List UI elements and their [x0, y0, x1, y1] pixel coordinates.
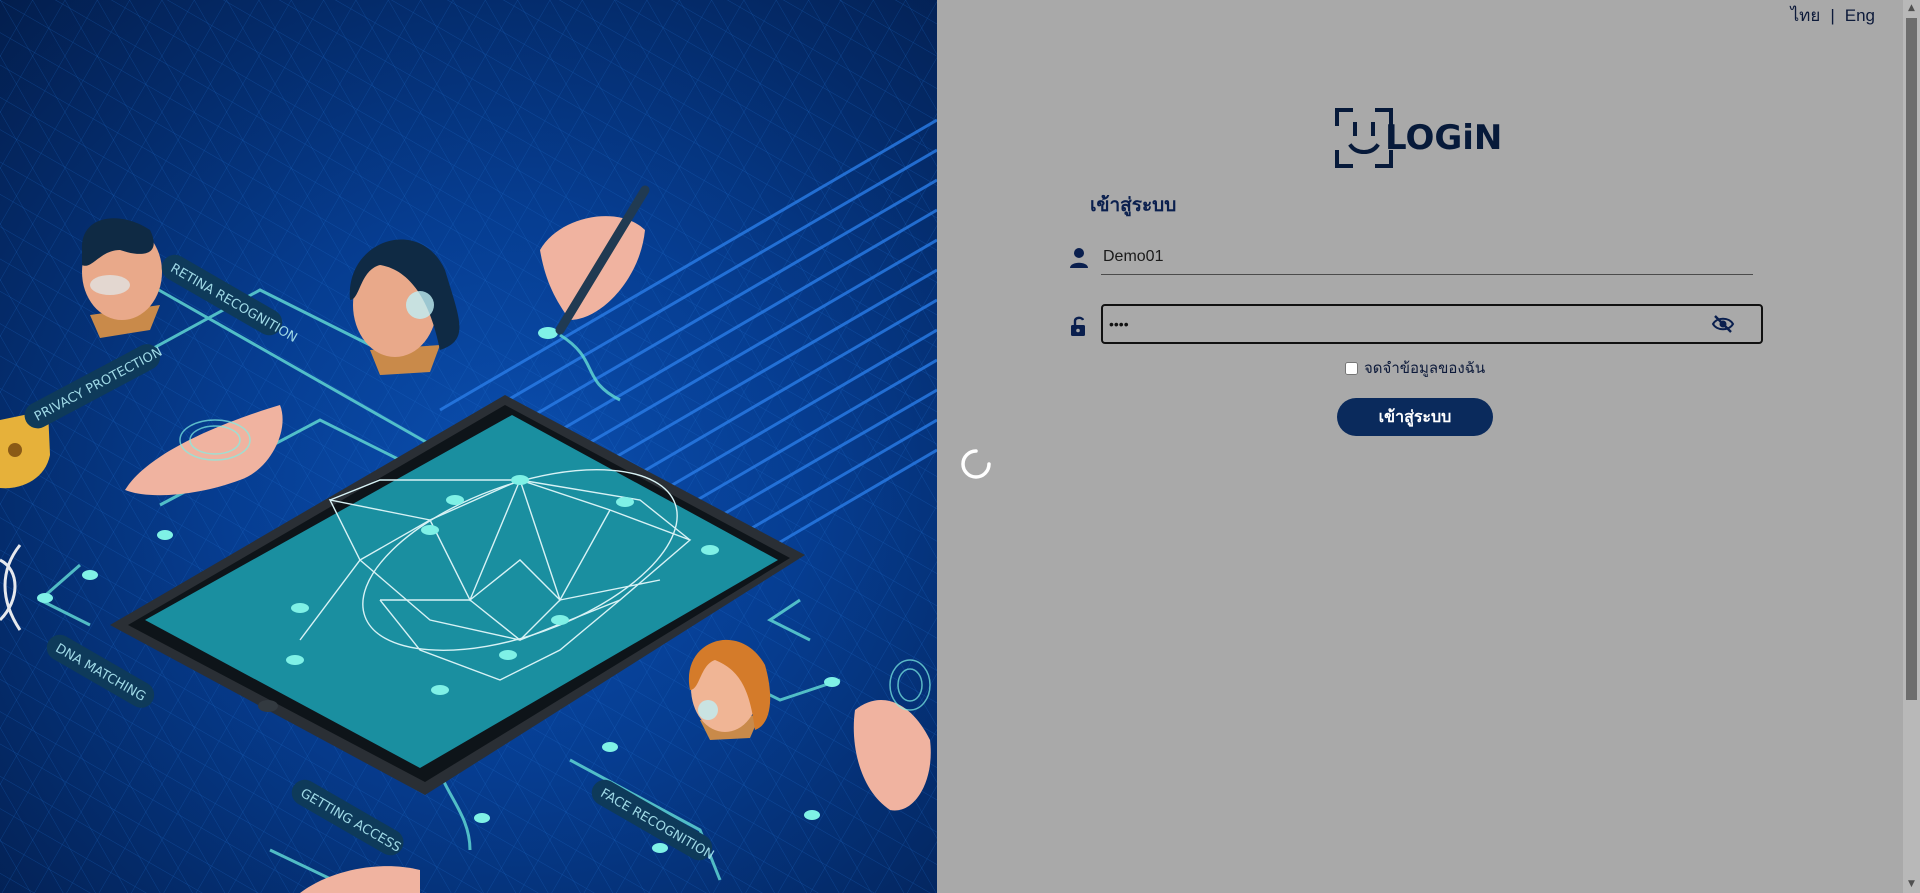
login-title: เข้าสู่ระบบ: [1090, 195, 1177, 216]
lang-english-link[interactable]: Eng: [1845, 6, 1875, 25]
username-row: [1067, 240, 1753, 276]
scrollbar-thumb[interactable]: [1906, 18, 1917, 700]
eye-off-icon[interactable]: [1711, 314, 1735, 334]
lang-thai-link[interactable]: ไทย: [1791, 6, 1821, 25]
biometrics-illustration: RETINA RECOGNITION PRIVACY PROTECTION DN…: [0, 0, 937, 893]
password-row: [1067, 304, 1763, 346]
remember-me-checkbox[interactable]: [1345, 361, 1358, 375]
scroll-up-arrow-icon[interactable]: ▲: [1903, 0, 1920, 17]
logo-text: LOGiN: [1385, 118, 1503, 158]
remember-me[interactable]: จดจำข้อมูลของฉัน: [1345, 356, 1485, 380]
loading-spinner-icon: [961, 449, 991, 479]
lock-icon: [1071, 316, 1085, 336]
language-switch: ไทย | Eng: [1791, 2, 1875, 29]
user-icon: [1070, 248, 1088, 268]
login-button[interactable]: เข้าสู่ระบบ: [1337, 398, 1493, 436]
hero-illustration: RETINA RECOGNITION PRIVACY PROTECTION DN…: [0, 0, 937, 893]
page-scrollbar[interactable]: ▲ ▼: [1903, 0, 1920, 893]
remember-me-label: จดจำข้อมูลของฉัน: [1364, 360, 1486, 377]
username-input[interactable]: [1101, 240, 1753, 275]
login-panel: ไทย | Eng LOGiN เข้าสู่ระบบ Demo01 •••• …: [937, 0, 1903, 893]
app-logo: LOGiN: [1335, 108, 1502, 170]
scroll-down-arrow-icon[interactable]: ▼: [1903, 876, 1920, 893]
lang-separator: |: [1830, 6, 1835, 25]
password-input[interactable]: [1101, 304, 1763, 344]
